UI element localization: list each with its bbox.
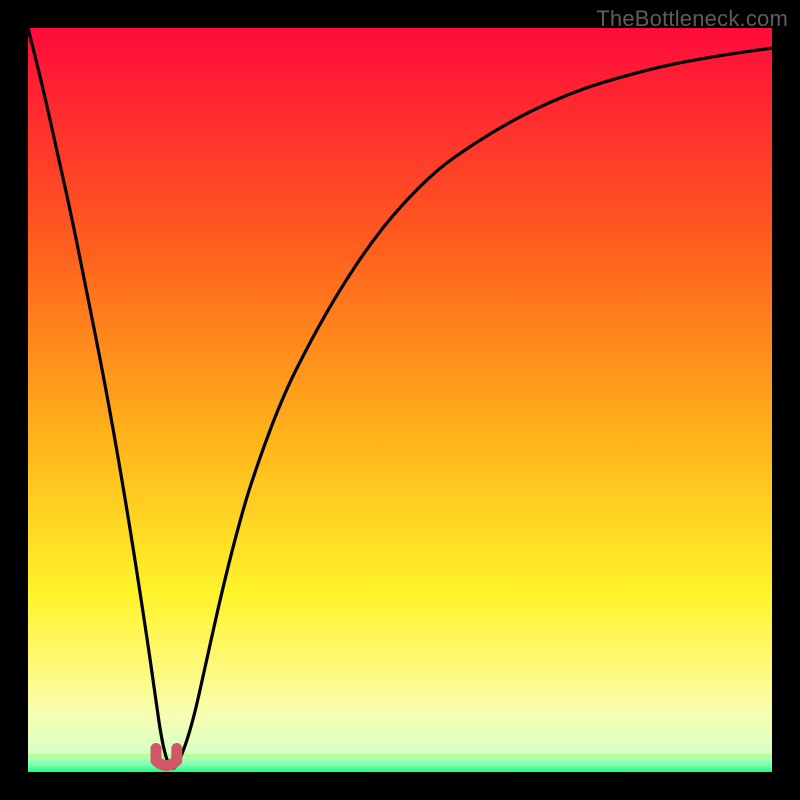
gradient-background	[28, 28, 772, 772]
chart-frame	[28, 28, 772, 772]
bottleneck-chart	[28, 28, 772, 772]
